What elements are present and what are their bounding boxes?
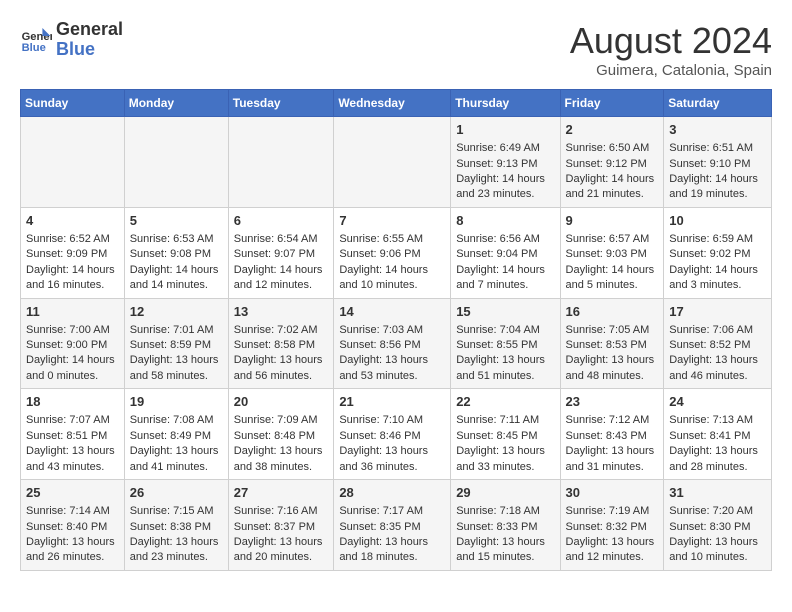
header-day-saturday: Saturday bbox=[664, 90, 772, 117]
calendar-body: 1Sunrise: 6:49 AMSunset: 9:13 PMDaylight… bbox=[21, 117, 772, 571]
day-cell-empty bbox=[21, 117, 125, 208]
day-cell-11: 11Sunrise: 7:00 AMSunset: 9:00 PMDayligh… bbox=[21, 298, 125, 389]
location-subtitle: Guimera, Catalonia, Spain bbox=[570, 62, 772, 79]
day-cell-21: 21Sunrise: 7:10 AMSunset: 8:46 PMDayligh… bbox=[334, 389, 451, 480]
day-cell-9: 9Sunrise: 6:57 AMSunset: 9:03 PMDaylight… bbox=[560, 207, 664, 298]
header-day-thursday: Thursday bbox=[451, 90, 560, 117]
header-day-friday: Friday bbox=[560, 90, 664, 117]
svg-text:General: General bbox=[22, 31, 52, 43]
day-cell-29: 29Sunrise: 7:18 AMSunset: 8:33 PMDayligh… bbox=[451, 480, 560, 571]
day-number: 29 bbox=[456, 484, 554, 502]
day-number: 30 bbox=[566, 484, 659, 502]
day-number: 7 bbox=[339, 212, 445, 230]
header-day-sunday: Sunday bbox=[21, 90, 125, 117]
day-number: 8 bbox=[456, 212, 554, 230]
day-number: 28 bbox=[339, 484, 445, 502]
day-cell-20: 20Sunrise: 7:09 AMSunset: 8:48 PMDayligh… bbox=[228, 389, 334, 480]
day-number: 4 bbox=[26, 212, 119, 230]
day-cell-empty bbox=[124, 117, 228, 208]
day-cell-8: 8Sunrise: 6:56 AMSunset: 9:04 PMDaylight… bbox=[451, 207, 560, 298]
day-cell-23: 23Sunrise: 7:12 AMSunset: 8:43 PMDayligh… bbox=[560, 389, 664, 480]
header-day-monday: Monday bbox=[124, 90, 228, 117]
day-number: 6 bbox=[234, 212, 329, 230]
day-number: 9 bbox=[566, 212, 659, 230]
day-cell-15: 15Sunrise: 7:04 AMSunset: 8:55 PMDayligh… bbox=[451, 298, 560, 389]
day-number: 27 bbox=[234, 484, 329, 502]
day-number: 1 bbox=[456, 121, 554, 139]
day-number: 16 bbox=[566, 303, 659, 321]
day-cell-16: 16Sunrise: 7:05 AMSunset: 8:53 PMDayligh… bbox=[560, 298, 664, 389]
day-number: 20 bbox=[234, 393, 329, 411]
svg-text:Blue: Blue bbox=[22, 42, 46, 54]
header-day-wednesday: Wednesday bbox=[334, 90, 451, 117]
day-number: 23 bbox=[566, 393, 659, 411]
header-day-tuesday: Tuesday bbox=[228, 90, 334, 117]
day-number: 14 bbox=[339, 303, 445, 321]
day-number: 24 bbox=[669, 393, 766, 411]
day-number: 26 bbox=[130, 484, 223, 502]
day-cell-empty bbox=[228, 117, 334, 208]
day-cell-22: 22Sunrise: 7:11 AMSunset: 8:45 PMDayligh… bbox=[451, 389, 560, 480]
day-cell-28: 28Sunrise: 7:17 AMSunset: 8:35 PMDayligh… bbox=[334, 480, 451, 571]
day-number: 19 bbox=[130, 393, 223, 411]
day-cell-19: 19Sunrise: 7:08 AMSunset: 8:49 PMDayligh… bbox=[124, 389, 228, 480]
month-year-title: August 2024 bbox=[570, 20, 772, 62]
day-number: 22 bbox=[456, 393, 554, 411]
calendar-header: SundayMondayTuesdayWednesdayThursdayFrid… bbox=[21, 90, 772, 117]
day-cell-12: 12Sunrise: 7:01 AMSunset: 8:59 PMDayligh… bbox=[124, 298, 228, 389]
day-cell-13: 13Sunrise: 7:02 AMSunset: 8:58 PMDayligh… bbox=[228, 298, 334, 389]
day-cell-6: 6Sunrise: 6:54 AMSunset: 9:07 PMDaylight… bbox=[228, 207, 334, 298]
page-header: General Blue General Blue August 2024 Gu… bbox=[20, 20, 772, 79]
day-cell-17: 17Sunrise: 7:06 AMSunset: 8:52 PMDayligh… bbox=[664, 298, 772, 389]
day-number: 2 bbox=[566, 121, 659, 139]
week-row-4: 18Sunrise: 7:07 AMSunset: 8:51 PMDayligh… bbox=[21, 389, 772, 480]
logo-text: General Blue bbox=[56, 20, 123, 60]
header-row: SundayMondayTuesdayWednesdayThursdayFrid… bbox=[21, 90, 772, 117]
day-number: 10 bbox=[669, 212, 766, 230]
day-number: 21 bbox=[339, 393, 445, 411]
day-cell-5: 5Sunrise: 6:53 AMSunset: 9:08 PMDaylight… bbox=[124, 207, 228, 298]
day-number: 11 bbox=[26, 303, 119, 321]
day-number: 17 bbox=[669, 303, 766, 321]
week-row-3: 11Sunrise: 7:00 AMSunset: 9:00 PMDayligh… bbox=[21, 298, 772, 389]
day-number: 3 bbox=[669, 121, 766, 139]
day-cell-1: 1Sunrise: 6:49 AMSunset: 9:13 PMDaylight… bbox=[451, 117, 560, 208]
day-cell-2: 2Sunrise: 6:50 AMSunset: 9:12 PMDaylight… bbox=[560, 117, 664, 208]
day-cell-26: 26Sunrise: 7:15 AMSunset: 8:38 PMDayligh… bbox=[124, 480, 228, 571]
calendar-table: SundayMondayTuesdayWednesdayThursdayFrid… bbox=[20, 89, 772, 571]
day-cell-3: 3Sunrise: 6:51 AMSunset: 9:10 PMDaylight… bbox=[664, 117, 772, 208]
day-number: 18 bbox=[26, 393, 119, 411]
day-number: 31 bbox=[669, 484, 766, 502]
logo: General Blue General Blue bbox=[20, 20, 123, 60]
day-cell-10: 10Sunrise: 6:59 AMSunset: 9:02 PMDayligh… bbox=[664, 207, 772, 298]
day-cell-31: 31Sunrise: 7:20 AMSunset: 8:30 PMDayligh… bbox=[664, 480, 772, 571]
week-row-5: 25Sunrise: 7:14 AMSunset: 8:40 PMDayligh… bbox=[21, 480, 772, 571]
day-cell-empty bbox=[334, 117, 451, 208]
title-block: August 2024 Guimera, Catalonia, Spain bbox=[570, 20, 772, 79]
week-row-2: 4Sunrise: 6:52 AMSunset: 9:09 PMDaylight… bbox=[21, 207, 772, 298]
logo-icon: General Blue bbox=[20, 24, 52, 56]
day-cell-18: 18Sunrise: 7:07 AMSunset: 8:51 PMDayligh… bbox=[21, 389, 125, 480]
day-cell-30: 30Sunrise: 7:19 AMSunset: 8:32 PMDayligh… bbox=[560, 480, 664, 571]
day-cell-27: 27Sunrise: 7:16 AMSunset: 8:37 PMDayligh… bbox=[228, 480, 334, 571]
day-number: 25 bbox=[26, 484, 119, 502]
day-number: 15 bbox=[456, 303, 554, 321]
day-cell-4: 4Sunrise: 6:52 AMSunset: 9:09 PMDaylight… bbox=[21, 207, 125, 298]
day-cell-24: 24Sunrise: 7:13 AMSunset: 8:41 PMDayligh… bbox=[664, 389, 772, 480]
day-cell-14: 14Sunrise: 7:03 AMSunset: 8:56 PMDayligh… bbox=[334, 298, 451, 389]
day-number: 13 bbox=[234, 303, 329, 321]
day-cell-25: 25Sunrise: 7:14 AMSunset: 8:40 PMDayligh… bbox=[21, 480, 125, 571]
week-row-1: 1Sunrise: 6:49 AMSunset: 9:13 PMDaylight… bbox=[21, 117, 772, 208]
day-number: 5 bbox=[130, 212, 223, 230]
day-number: 12 bbox=[130, 303, 223, 321]
day-cell-7: 7Sunrise: 6:55 AMSunset: 9:06 PMDaylight… bbox=[334, 207, 451, 298]
